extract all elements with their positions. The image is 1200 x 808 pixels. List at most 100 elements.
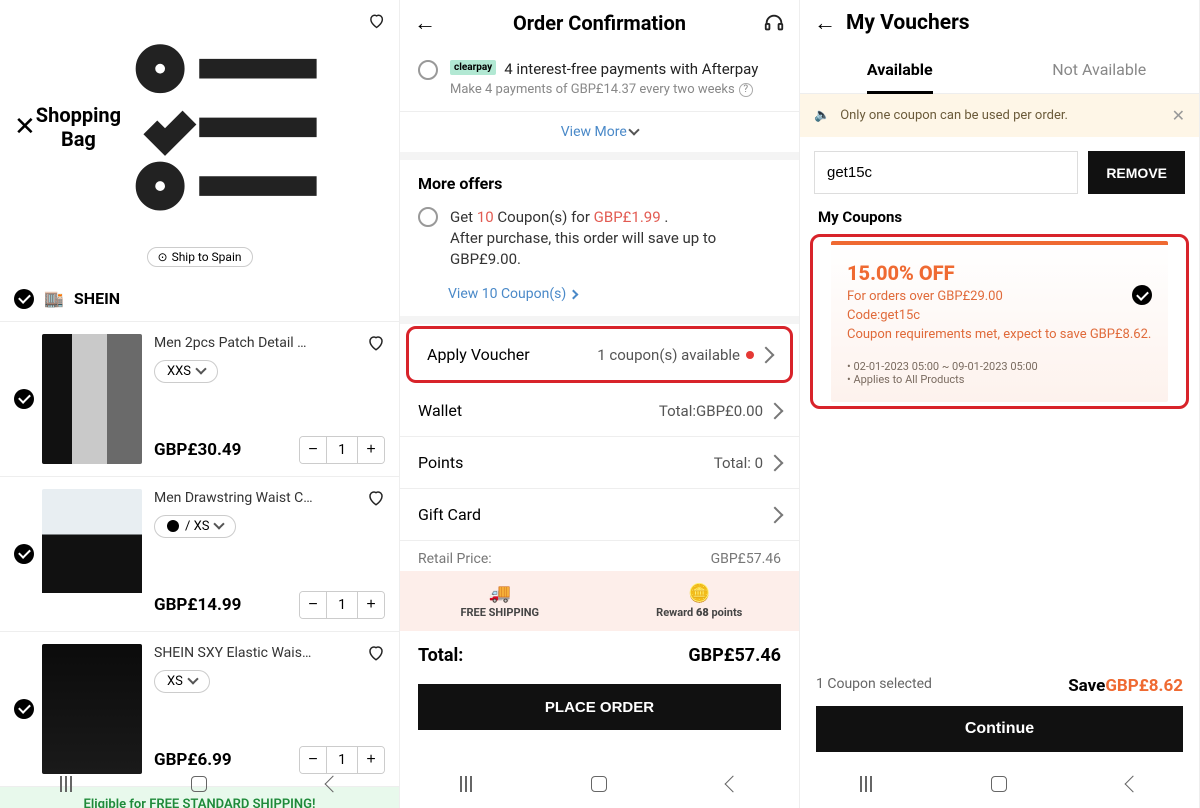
wishlist-icon[interactable] [367, 489, 385, 507]
header: ← Order Confirmation [400, 0, 799, 46]
wishlist-icon[interactable] [367, 644, 385, 662]
notice-banner: 🔈 Only one coupon can be used per order.… [800, 94, 1199, 137]
product-thumbnail[interactable] [42, 489, 142, 619]
continue-button[interactable]: Continue [816, 706, 1183, 752]
back-icon[interactable] [325, 776, 342, 793]
home-icon[interactable] [991, 776, 1007, 792]
afterpay-option[interactable]: clearpay 4 interest-free payments with A… [400, 46, 799, 112]
variant-label: XS [167, 674, 183, 689]
tab-available[interactable]: Available [800, 46, 1000, 93]
android-navbar [400, 766, 799, 802]
megaphone-icon: 🔈 [814, 108, 830, 123]
more-offers-heading: More offers [400, 160, 799, 199]
voucher-tabs: Available Not Available [800, 46, 1199, 94]
wallet-row[interactable]: Wallet Total:GBP£0.00 [400, 385, 799, 437]
recents-icon[interactable] [860, 776, 872, 792]
item-checkbox[interactable] [14, 389, 34, 409]
variant-selector[interactable]: / XS [154, 515, 236, 538]
clearpay-badge: clearpay [450, 60, 496, 75]
coupon-selected-icon[interactable] [1132, 285, 1152, 305]
recents-icon[interactable] [60, 776, 72, 792]
variant-selector[interactable]: XXS [154, 360, 218, 383]
coupon-card[interactable]: 15.00% OFF For orders over GBP£29.00 Cod… [831, 241, 1168, 402]
android-navbar [800, 766, 1199, 802]
color-swatch [167, 520, 179, 532]
item-price: GBP£30.49 [154, 440, 241, 460]
coupon-code-input[interactable] [814, 151, 1078, 194]
view-more-link[interactable]: View More [400, 112, 799, 160]
qty-minus[interactable]: − [300, 437, 326, 463]
recents-icon[interactable] [460, 776, 472, 792]
item-checkbox[interactable] [14, 544, 34, 564]
qty-plus[interactable]: + [358, 592, 384, 618]
help-icon[interactable]: ? [739, 83, 753, 97]
product-thumbnail[interactable] [42, 334, 142, 464]
total-row: Total: GBP£57.46 [400, 631, 799, 680]
chevron-right-icon [767, 402, 784, 419]
heart-icon[interactable] [368, 10, 385, 32]
cart-item: Men 2pcs Patch Detail Car… XXS GBP£30.49… [0, 322, 399, 477]
close-icon[interactable]: ✕ [1172, 106, 1185, 125]
remove-button[interactable]: REMOVE [1088, 151, 1185, 194]
close-icon[interactable]: ✕ [14, 112, 36, 142]
apply-voucher-row[interactable]: Apply Voucher 1 coupon(s) available [406, 326, 793, 383]
view-coupons-link[interactable]: View 10 Coupon(s) [400, 282, 799, 324]
save-label: Save [1068, 676, 1105, 696]
qty-plus[interactable]: + [358, 437, 384, 463]
retail-label: Retail Price: [418, 551, 492, 567]
notification-dot-icon [746, 351, 754, 359]
my-coupons-heading: My Coupons [800, 208, 1199, 234]
perk-points: 🪙Reward 68 points [600, 583, 800, 619]
back-icon[interactable] [1125, 776, 1142, 793]
shopping-bag-screen: ✕ Shopping Bag ⊙ Ship to Spain 🏬 SHEIN M… [0, 0, 400, 808]
radio-icon[interactable] [418, 60, 438, 80]
total-label: Total: [418, 645, 463, 666]
quantity-stepper: − 1 + [299, 591, 385, 619]
row-value: 1 coupon(s) available [597, 346, 740, 364]
product-name: Men 2pcs Patch Detail Car… [154, 335, 314, 351]
product-thumbnail[interactable] [42, 644, 142, 774]
quantity-stepper: − 1 + [299, 436, 385, 464]
radio-icon[interactable] [418, 207, 438, 227]
place-order-button[interactable]: PLACE ORDER [418, 684, 781, 730]
back-arrow-icon[interactable]: ← [814, 10, 836, 36]
coupon-requirement: Coupon requirements met, expect to save … [847, 327, 1152, 342]
qty-value: 1 [326, 437, 358, 463]
qty-minus[interactable]: − [300, 592, 326, 618]
coin-icon: 🪙 [600, 583, 800, 604]
ship-to-chip[interactable]: ⊙ Ship to Spain [147, 247, 253, 267]
row-value: Total:GBP£0.00 [659, 402, 763, 420]
home-icon[interactable] [191, 776, 207, 792]
row-label: Points [418, 453, 463, 472]
coupon-min: For orders over GBP£29.00 [847, 289, 1152, 304]
retail-price-row: Retail Price: GBP£57.46 [400, 541, 799, 571]
tab-not-available[interactable]: Not Available [1000, 46, 1200, 93]
perk-points-value: 68 [696, 606, 709, 619]
store-row[interactable]: 🏬 SHEIN [0, 277, 399, 322]
wishlist-icon[interactable] [367, 334, 385, 352]
coupon-offer[interactable]: Get 10 Coupon(s) for GBP£1.99 . After pu… [400, 199, 799, 282]
offer-text: Coupon(s) for [494, 208, 594, 226]
back-arrow-icon[interactable]: ← [414, 10, 436, 36]
row-label: Gift Card [418, 505, 481, 524]
home-icon[interactable] [591, 776, 607, 792]
cart-item: Men Drawstring Waist Carg… / XS GBP£14.9… [0, 477, 399, 632]
list-icon[interactable] [121, 10, 356, 245]
header: ← My Vouchers [800, 0, 1199, 46]
item-price: GBP£14.99 [154, 595, 241, 615]
item-checkbox[interactable] [14, 699, 34, 719]
variant-selector[interactable]: XS [154, 670, 210, 693]
perk-label: points [709, 606, 743, 619]
back-icon[interactable] [725, 776, 742, 793]
support-icon[interactable] [763, 12, 785, 34]
row-value: Total: 0 [714, 454, 763, 472]
afterpay-sublabel: Make 4 payments of GBP£14.37 every two w… [450, 82, 735, 97]
giftcard-row[interactable]: Gift Card [400, 489, 799, 541]
chevron-right-icon [767, 506, 784, 523]
points-row[interactable]: Points Total: 0 [400, 437, 799, 489]
variant-label: / XS [185, 519, 209, 534]
variant-label: XXS [167, 364, 191, 379]
coupon-dates: 02-01-2023 05:00 ~ 09-01-2023 05:00 [847, 360, 1152, 373]
coupon-discount: 15.00% OFF [847, 261, 1152, 285]
store-checkbox[interactable] [14, 289, 34, 309]
